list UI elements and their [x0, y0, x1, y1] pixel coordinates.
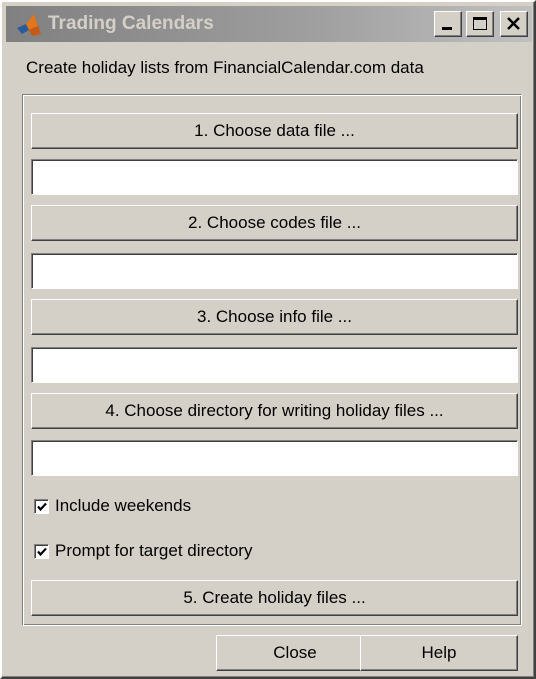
checkmark-icon	[37, 547, 47, 556]
matlab-logo-icon	[16, 12, 42, 38]
maximize-button[interactable]	[466, 11, 494, 37]
choose-data-file-button[interactable]: 1. Choose data file ...	[31, 113, 518, 149]
prompt-target-directory-label: Prompt for target directory	[55, 541, 253, 560]
close-button[interactable]: Close	[216, 635, 374, 671]
window-title: Trading Calendars	[48, 13, 214, 34]
data-file-field[interactable]	[31, 159, 518, 195]
checkmark-icon	[37, 502, 47, 511]
directory-field[interactable]	[31, 440, 518, 476]
include-weekends-checkbox[interactable]	[34, 498, 49, 514]
trading-calendars-window: Trading Calendars Create holiday lists f…	[0, 0, 536, 679]
include-weekends-label: Include weekends	[55, 496, 192, 515]
prompt-target-directory-option[interactable]: Prompt for target directory	[34, 540, 252, 562]
title-bar[interactable]: Trading Calendars	[6, 6, 532, 42]
codes-file-field[interactable]	[31, 253, 518, 289]
include-weekends-option[interactable]: Include weekends	[34, 495, 191, 517]
choose-info-file-button[interactable]: 3. Choose info file ...	[31, 299, 518, 335]
info-file-field[interactable]	[31, 347, 518, 383]
help-button[interactable]: Help	[360, 635, 518, 671]
prompt-target-directory-checkbox[interactable]	[34, 543, 49, 559]
choose-codes-file-button[interactable]: 2. Choose codes file ...	[31, 205, 518, 241]
close-window-button[interactable]	[500, 11, 528, 37]
instruction-text: Create holiday lists from FinancialCalen…	[26, 58, 424, 77]
create-holiday-files-button[interactable]: 5. Create holiday files ...	[31, 580, 518, 616]
minimize-button[interactable]	[434, 11, 462, 37]
choose-directory-button[interactable]: 4. Choose directory for writing holiday …	[31, 393, 518, 429]
